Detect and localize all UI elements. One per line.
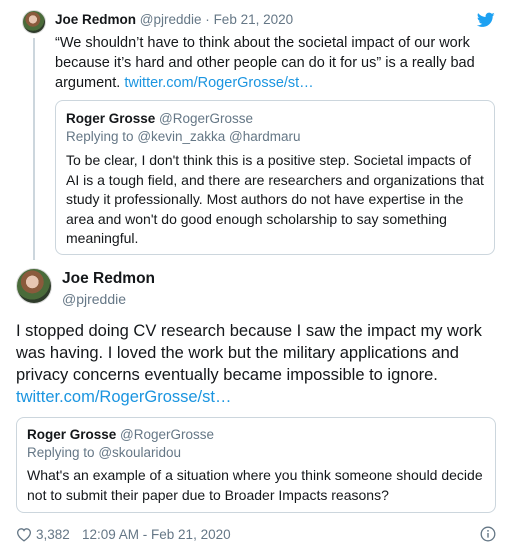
info-icon[interactable] xyxy=(480,526,496,542)
quoted-tweet-header: Roger Grosse @RogerGrosse xyxy=(66,111,253,126)
tweet-link[interactable]: twitter.com/RogerGrosse/st… xyxy=(16,388,231,406)
heart-icon[interactable] xyxy=(16,527,32,542)
replying-to-handles: @skoularidou xyxy=(98,445,182,460)
replying-to-handles: @kevin_zakka @hardmaru xyxy=(137,129,301,144)
tweet-text: I stopped doing CV research because I sa… xyxy=(16,320,496,408)
replying-to-prefix: Replying to xyxy=(66,129,134,144)
thread-connector-line xyxy=(33,38,35,260)
tweet-link[interactable]: twitter.com/RogerGrosse/st… xyxy=(124,75,313,91)
author-handle[interactable]: @pjreddie xyxy=(62,291,126,307)
quoted-tweet[interactable]: Roger Grosse @RogerGrosse Replying to @k… xyxy=(55,100,495,255)
twitter-bird-icon[interactable] xyxy=(477,12,495,28)
tweet-text: “We shouldn’t have to think about the so… xyxy=(55,33,485,93)
replying-to: Replying to @skoularidou xyxy=(27,445,181,460)
quoted-tweet-text: To be clear, I don't think this is a pos… xyxy=(66,152,484,246)
replying-to-prefix: Replying to xyxy=(27,445,95,460)
tweet-header: Joe Redmon @pjreddie · Feb 21, 2020 xyxy=(55,12,293,27)
separator-dot: · xyxy=(205,12,210,27)
quoted-author-name: Roger Grosse xyxy=(66,111,156,126)
avatar[interactable] xyxy=(22,10,46,34)
author-handle[interactable]: @pjreddie xyxy=(140,12,202,27)
replying-to: Replying to @kevin_zakka @hardmaru xyxy=(66,129,301,144)
author-name[interactable]: Joe Redmon xyxy=(55,12,136,27)
like-count[interactable]: 3,382 xyxy=(36,527,70,542)
author-name[interactable]: Joe Redmon xyxy=(62,270,155,288)
quoted-author-name: Roger Grosse xyxy=(27,427,117,442)
quoted-author-handle: @RogerGrosse xyxy=(159,111,254,126)
tweet-text-content: I stopped doing CV research because I sa… xyxy=(16,322,482,384)
quoted-author-handle: @RogerGrosse xyxy=(120,427,215,442)
tweet-timestamp[interactable]: 12:09 AM - Feb 21, 2020 xyxy=(82,527,231,542)
tweet-date[interactable]: Feb 21, 2020 xyxy=(214,12,294,27)
quoted-tweet[interactable]: Roger Grosse @RogerGrosse Replying to @s… xyxy=(16,417,496,513)
quoted-tweet-text: What's an example of a situation where y… xyxy=(27,467,483,503)
quoted-tweet-header: Roger Grosse @RogerGrosse xyxy=(27,427,214,442)
tweet-footer: 3,382 12:09 AM - Feb 21, 2020 xyxy=(16,526,496,546)
avatar[interactable] xyxy=(16,268,52,304)
